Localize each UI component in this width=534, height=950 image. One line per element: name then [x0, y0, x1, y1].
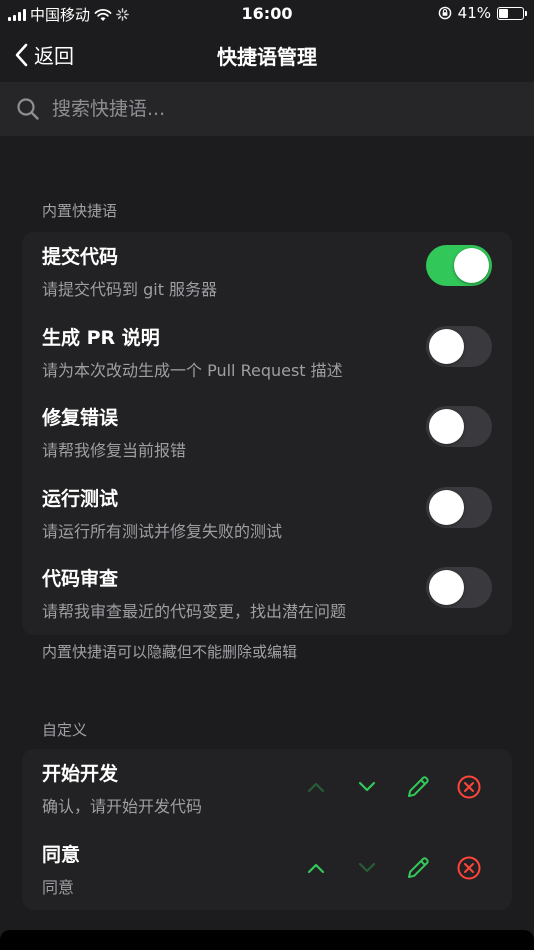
- builtin-item: 提交代码 请提交代码到 git 服务器: [22, 232, 512, 313]
- builtin-item: 运行测试 请运行所有测试并修复失败的测试: [22, 474, 512, 555]
- builtin-section-header: 内置快捷语: [42, 202, 118, 220]
- item-subtitle: 同意: [42, 877, 75, 897]
- edit-button[interactable]: [392, 769, 443, 805]
- item-subtitle: 请运行所有测试并修复失败的测试: [42, 521, 283, 541]
- custom-list: 开始开发 确认，请开始开发代码 同意 同意: [22, 749, 512, 910]
- page-title: 快捷语管理: [217, 45, 317, 69]
- move-up-button[interactable]: [290, 850, 341, 886]
- chevron-up-icon: [307, 863, 324, 873]
- item-title: 生成 PR 说明: [42, 326, 160, 349]
- pencil-icon: [407, 776, 429, 797]
- item-title: 修复错误: [42, 407, 119, 429]
- custom-section-header: 自定义: [42, 721, 88, 739]
- move-down-button[interactable]: [341, 850, 392, 886]
- item-subtitle: 请帮我修复当前报错: [42, 441, 187, 460]
- item-title: 运行测试: [42, 487, 119, 510]
- enable-toggle[interactable]: [426, 245, 492, 286]
- rotation-lock-icon: [438, 6, 451, 20]
- battery-icon: [497, 6, 527, 20]
- close-circle-icon: [457, 775, 480, 799]
- enable-toggle[interactable]: [426, 406, 492, 447]
- item-subtitle: 请帮我审查最近的代码变更，找出潜在问题: [42, 602, 347, 621]
- builtin-list: 提交代码 请提交代码到 git 服务器 生成 PR 说明 请为本次改动生成一个 …: [22, 232, 512, 635]
- item-subtitle: 请提交代码到 git 服务器: [42, 280, 218, 299]
- enable-toggle[interactable]: [426, 325, 492, 367]
- item-title: 开始开发: [42, 763, 119, 785]
- battery-percent: 41%: [457, 4, 491, 22]
- item-title: 提交代码: [42, 246, 119, 268]
- chevron-down-icon: [358, 862, 375, 872]
- search-bar: [0, 82, 534, 136]
- search-input[interactable]: [52, 98, 492, 120]
- edit-button[interactable]: [392, 850, 443, 886]
- custom-item: 开始开发 确认，请开始开发代码: [22, 749, 512, 830]
- home-indicator-bar: [0, 930, 534, 950]
- delete-button[interactable]: [443, 769, 494, 805]
- status-bar: 中国移动 16:00 41%: [0, 0, 534, 28]
- enable-toggle[interactable]: [426, 567, 492, 608]
- move-down-button[interactable]: [341, 769, 392, 805]
- status-right: 41%: [438, 4, 527, 22]
- enable-toggle[interactable]: [426, 486, 492, 528]
- item-actions: [290, 850, 494, 886]
- search-icon: [17, 98, 39, 120]
- custom-item: 同意 同意: [22, 830, 512, 911]
- pencil-icon: [407, 856, 429, 878]
- navigation-bar: 返回 快捷语管理: [0, 28, 534, 80]
- item-title: 代码审查: [42, 568, 119, 590]
- app-screen: 中国移动 16:00 41% 返回 快捷语管理 搜索快捷语... 内置快捷语 提…: [0, 0, 534, 950]
- builtin-item: 代码审查 请帮我审查最近的代码变更，找出潜在问题: [22, 554, 512, 635]
- item-actions: [290, 769, 494, 805]
- chevron-up-icon: [307, 782, 324, 793]
- builtin-item: 生成 PR 说明 请为本次改动生成一个 Pull Request 描述: [22, 313, 512, 394]
- item-title: 同意: [42, 843, 81, 866]
- chevron-down-icon: [358, 781, 375, 792]
- delete-button[interactable]: [443, 850, 494, 886]
- builtin-item: 修复错误 请帮我修复当前报错: [22, 393, 512, 474]
- move-up-button[interactable]: [290, 769, 341, 805]
- item-subtitle: 确认，请开始开发代码: [42, 797, 203, 816]
- builtin-section-footer: 内置快捷语可以隐藏但不能删除或编辑: [42, 643, 298, 661]
- close-circle-icon: [457, 856, 480, 879]
- item-subtitle: 请为本次改动生成一个 Pull Request 描述: [42, 360, 343, 380]
